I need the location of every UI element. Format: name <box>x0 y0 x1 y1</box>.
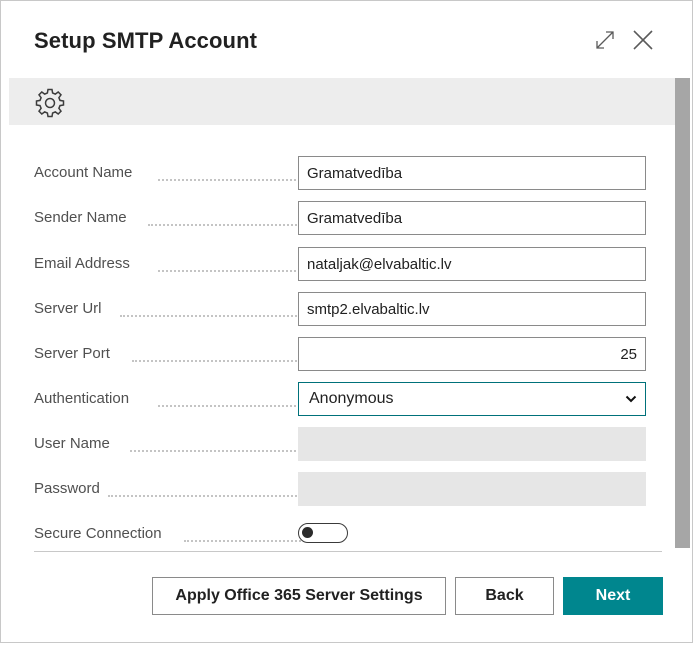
row-server-url: Server Url <box>34 292 647 326</box>
chevron-down-icon <box>625 395 637 403</box>
sender-name-input[interactable] <box>298 201 646 235</box>
password-input <box>298 472 646 506</box>
authentication-select[interactable]: Anonymous <box>298 382 646 416</box>
password-label: Password <box>34 480 100 497</box>
email-address-label: Email Address <box>34 255 130 272</box>
action-toolbar <box>9 78 675 125</box>
authentication-label: Authentication <box>34 390 130 407</box>
label-leader <box>158 258 312 272</box>
sender-name-label: Sender Name <box>34 209 127 226</box>
authentication-selected-value: Anonymous <box>309 390 394 407</box>
account-name-label: Account Name <box>34 164 133 181</box>
row-password: Password <box>34 472 647 506</box>
server-port-label: Server Port <box>34 345 110 362</box>
row-sender-name: Sender Name <box>34 201 647 235</box>
next-button[interactable]: Next <box>563 577 663 615</box>
close-icon[interactable] <box>632 29 654 51</box>
label-leader <box>130 438 312 452</box>
label-leader <box>132 348 312 362</box>
back-button[interactable]: Back <box>455 577 554 615</box>
setup-smtp-dialog: Setup SMTP Account Account Name Sender N… <box>0 0 693 643</box>
label-leader <box>184 528 312 542</box>
expand-icon[interactable] <box>594 29 616 51</box>
account-name-input[interactable] <box>298 156 646 190</box>
apply-office365-settings-button[interactable]: Apply Office 365 Server Settings <box>152 577 446 615</box>
scrollbar[interactable] <box>675 78 690 548</box>
label-leader <box>148 212 312 226</box>
footer-divider <box>34 551 662 552</box>
server-url-input[interactable] <box>298 292 646 326</box>
server-port-input[interactable] <box>298 337 646 371</box>
secure-connection-toggle[interactable] <box>298 523 348 543</box>
user-name-input <box>298 427 646 461</box>
label-leader <box>120 303 312 317</box>
user-name-label: User Name <box>34 435 110 452</box>
row-email-address: Email Address <box>34 247 647 281</box>
label-leader <box>158 167 312 181</box>
server-url-label: Server Url <box>34 300 102 317</box>
gear-icon[interactable] <box>35 88 65 118</box>
dialog-title: Setup SMTP Account <box>34 28 258 53</box>
toggle-knob <box>302 527 313 538</box>
row-account-name: Account Name <box>34 156 647 190</box>
secure-connection-label: Secure Connection <box>34 525 162 542</box>
label-leader <box>108 483 312 497</box>
label-leader <box>158 393 312 407</box>
row-user-name: User Name <box>34 427 647 461</box>
email-address-input[interactable] <box>298 247 646 281</box>
row-authentication: Authentication Anonymous <box>34 382 647 416</box>
title-actions <box>594 29 654 51</box>
row-server-port: Server Port <box>34 337 647 371</box>
